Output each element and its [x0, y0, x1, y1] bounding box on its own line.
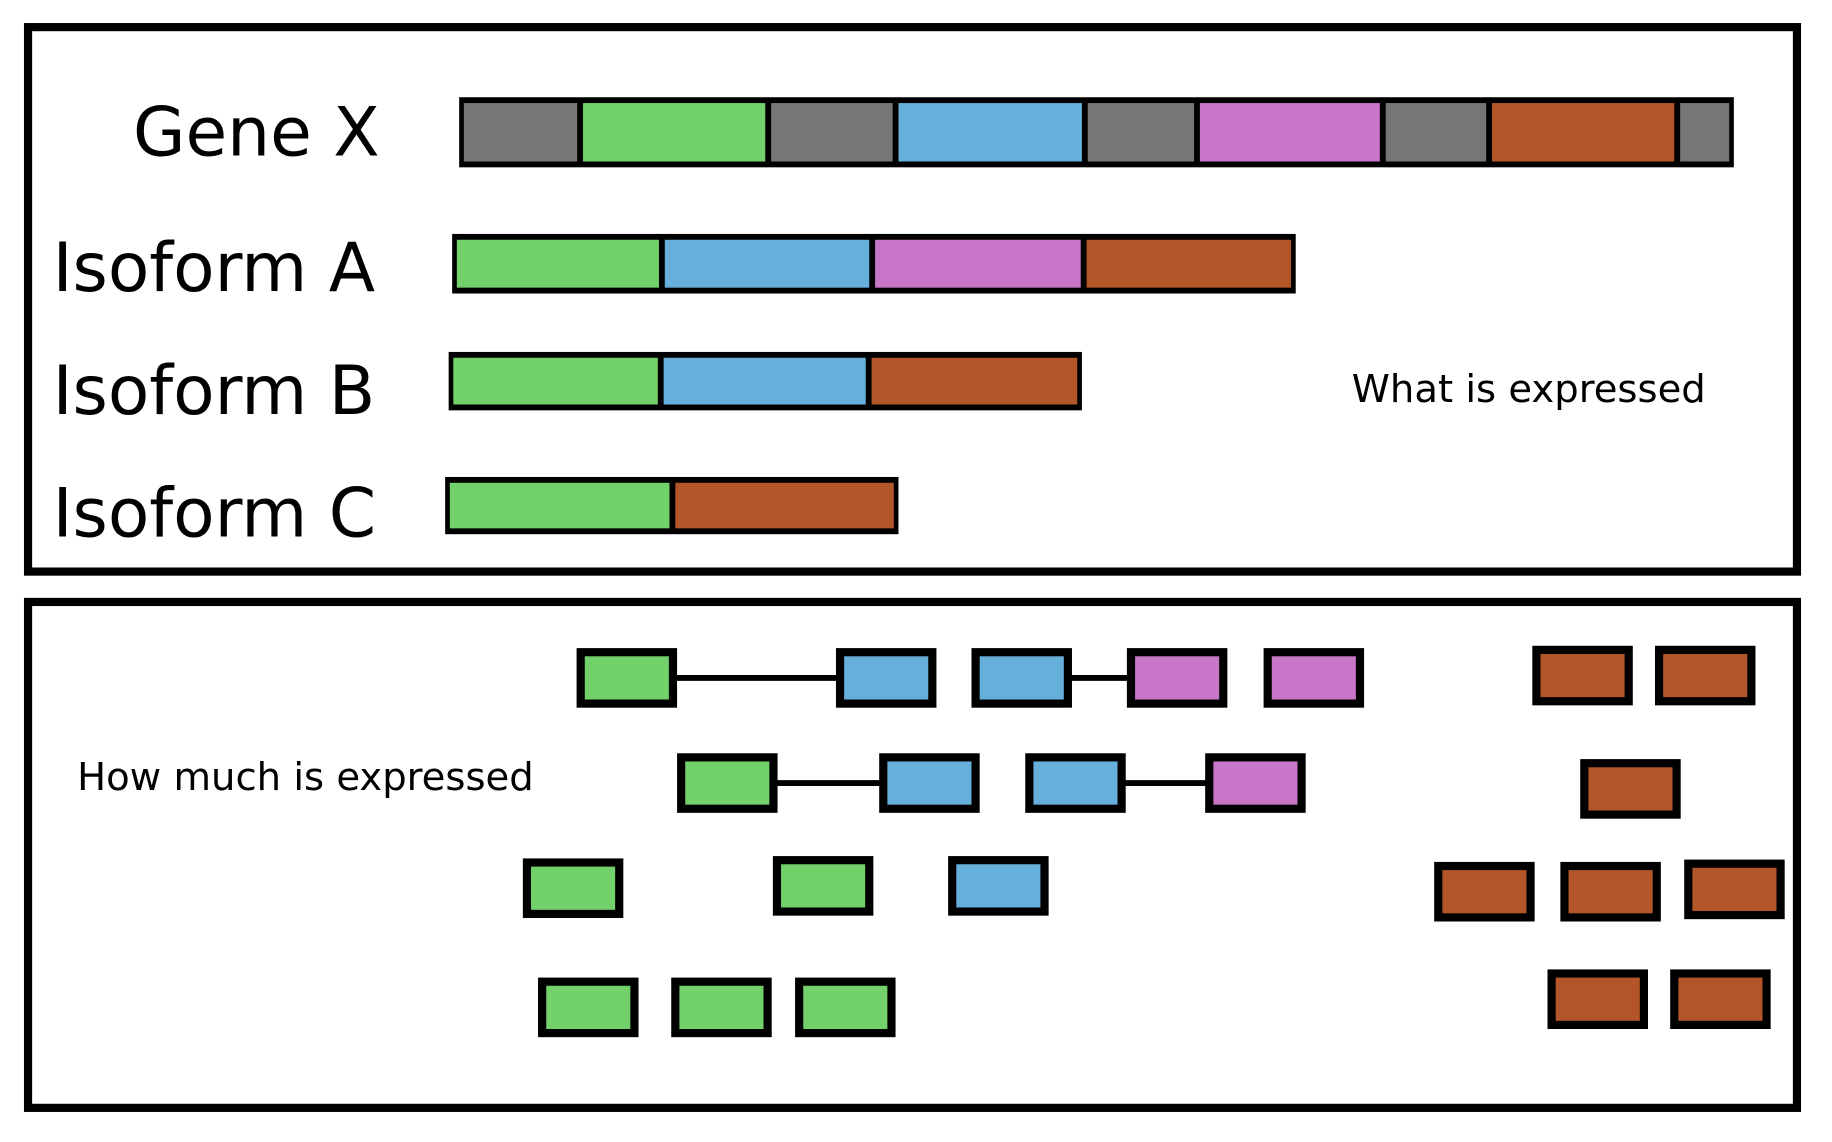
read-exon-orange [1434, 861, 1535, 922]
exon-segment-blue [898, 103, 1082, 162]
spliced-read [576, 648, 937, 708]
exon-segment-gray [463, 103, 578, 162]
spliced-read [1025, 753, 1306, 813]
read-exon-orange [1580, 759, 1681, 819]
bar-isoform-a [452, 233, 1296, 294]
isoform-c-label: Isoform C [53, 474, 377, 553]
read-exon-blue [1025, 753, 1126, 813]
read [1580, 759, 1681, 819]
bar-gene-x [459, 97, 1734, 168]
read [1547, 969, 1648, 1029]
read-exon-green [671, 977, 772, 1038]
read [1532, 645, 1633, 706]
exon-segment-blue [663, 357, 866, 405]
read [1654, 645, 1756, 706]
read-exon-blue [971, 648, 1072, 708]
read-exon-blue [835, 648, 937, 708]
read-exon-pink [1205, 753, 1306, 813]
read-exon-green [538, 977, 639, 1038]
isoform-b-label: Isoform B [53, 351, 376, 430]
exon-segment-green [456, 239, 659, 288]
exon-segment-green [583, 103, 766, 162]
read-exon-blue [948, 856, 1049, 916]
read [1263, 648, 1365, 708]
read [795, 977, 896, 1038]
bar-isoform-c [445, 476, 899, 535]
read-exon-pink [1126, 648, 1228, 708]
read [1670, 969, 1771, 1029]
exon-segment-blue [664, 239, 870, 288]
read [1684, 859, 1785, 920]
read [772, 856, 874, 916]
exon-segment-orange [675, 482, 894, 529]
read-exon-green [576, 648, 678, 708]
read-exon-blue [879, 753, 980, 813]
exon-segment-gray [771, 103, 893, 162]
bar-isoform-b [448, 351, 1082, 411]
isoform-diagram: Gene X Isoform A Isoform B Isoform C Wha… [23, 23, 1802, 1112]
exon-segment-pink [1199, 103, 1380, 162]
exon-segment-gray [1385, 103, 1487, 162]
gene-x-label: Gene X [133, 93, 380, 172]
exon-segment-orange [871, 357, 1078, 405]
read-exon-orange [1560, 861, 1661, 922]
exon-segment-green [449, 482, 670, 529]
read-exon-orange [1532, 645, 1633, 706]
spliced-read [677, 753, 980, 813]
what-is-expressed-caption: What is expressed [1352, 367, 1706, 412]
read-exon-green [677, 753, 778, 813]
read [948, 856, 1049, 916]
read-exon-orange [1684, 859, 1785, 920]
read-exon-pink [1263, 648, 1365, 708]
read-exon-orange [1670, 969, 1771, 1029]
spliced-read [971, 648, 1228, 708]
exon-segment-orange [1086, 239, 1292, 288]
read [522, 858, 624, 919]
exon-segment-pink [875, 239, 1081, 288]
read [538, 977, 639, 1038]
read-exon-green [522, 858, 624, 919]
how-much-is-expressed-caption: How much is expressed [77, 755, 534, 800]
read-exon-green [795, 977, 896, 1038]
exon-segment-gray [1680, 103, 1730, 162]
isoform-a-label: Isoform A [53, 228, 376, 307]
read-exon-green [772, 856, 874, 916]
exon-segment-gray [1087, 103, 1195, 162]
read-exon-orange [1654, 645, 1756, 706]
read [1560, 861, 1661, 922]
read [671, 977, 772, 1038]
read-exon-orange [1547, 969, 1648, 1029]
read [1434, 861, 1535, 922]
exon-segment-green [453, 357, 658, 405]
exon-segment-orange [1492, 103, 1675, 162]
